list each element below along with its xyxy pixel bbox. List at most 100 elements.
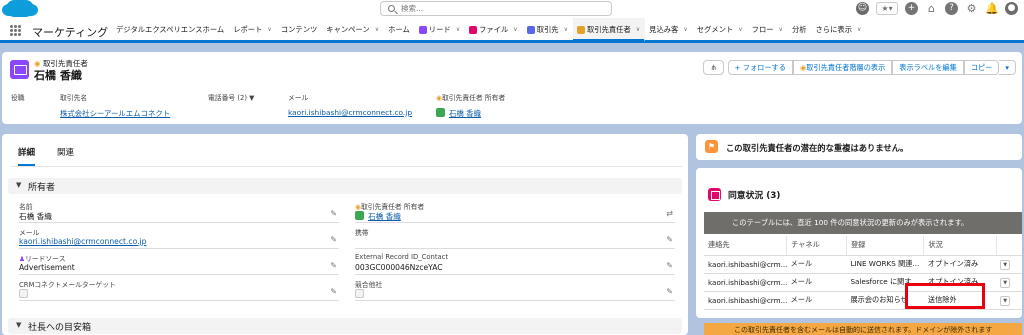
- edit-pencil-icon[interactable]: ✎: [330, 235, 337, 244]
- notification-bell-icon[interactable]: 🔔: [985, 2, 999, 15]
- column-header-status[interactable]: 状況: [923, 236, 997, 256]
- nav-item[interactable]: ホーム: [384, 19, 415, 40]
- crm-mail-target-checkbox[interactable]: [19, 289, 28, 298]
- account-link[interactable]: 株式会社シーアールエムコネクト: [60, 108, 208, 119]
- column-header-channel[interactable]: チャネル: [786, 236, 847, 256]
- help-icon[interactable]: ?: [945, 2, 958, 15]
- search-input[interactable]: [401, 3, 601, 14]
- edit-pencil-icon[interactable]: ✎: [666, 261, 673, 270]
- email-link[interactable]: kaori.ishibashi@crmconnect.co.jp: [19, 237, 146, 246]
- consent-info-banner: このテーブルには、直近 100 件の同意状況の更新のみが表示されます。: [704, 212, 1022, 234]
- more-actions-button[interactable]: ▾: [999, 60, 1016, 75]
- nav-item[interactable]: 取引先責任者 ∨: [572, 17, 646, 42]
- row-action-dropdown-icon[interactable]: ▼: [1000, 277, 1011, 288]
- column-header-contact[interactable]: 連絡先: [704, 236, 788, 256]
- hierarchy-icon-button[interactable]: ⋔: [703, 60, 724, 75]
- nav-item-label: リード: [428, 24, 451, 34]
- app-name: マーケティング: [32, 26, 109, 39]
- tabs-divider: [10, 166, 682, 167]
- nav-item[interactable]: フロー ∨: [748, 19, 788, 40]
- chevron-down-icon[interactable]: ∨: [513, 26, 517, 33]
- field-external-id: External Record ID_Contact 003GC000046Nz…: [355, 251, 675, 275]
- edit-pencil-icon[interactable]: ✎: [330, 261, 337, 270]
- nav-item-label: フロー: [751, 24, 774, 34]
- chevron-down-icon[interactable]: ∨: [857, 26, 861, 33]
- nav-item[interactable]: リード ∨: [415, 19, 465, 40]
- guidance-icon[interactable]: ⌂: [925, 2, 938, 15]
- nav-item[interactable]: デジタルエクスペリエンスホーム: [112, 19, 229, 40]
- consent-icon: [708, 188, 721, 201]
- nav-item[interactable]: 取引先 ∨: [523, 19, 573, 40]
- edit-labels-button[interactable]: 表示ラベルを編集: [892, 60, 964, 75]
- section-owner-header[interactable]: ▼ 所有者: [8, 178, 682, 194]
- owner-link[interactable]: 石橋 香織: [449, 109, 481, 118]
- chevron-down-icon: ▼: [16, 321, 22, 329]
- chevron-down-icon[interactable]: ∨: [738, 26, 742, 33]
- global-actions-icon[interactable]: +: [905, 2, 918, 15]
- search-icon: [388, 5, 395, 12]
- field-name: 名前 石橋 香織 ✎: [19, 199, 339, 223]
- email-link[interactable]: kaori.ishibashi@crmconnect.co.jp: [288, 108, 436, 117]
- record-actions: ⋔ + フォローする ◉取引先責任者階層の表示 表示ラベルを編集 コピー ▾: [703, 60, 1016, 75]
- bottom-notice: この取引先責任者を含むメールは自動的に送信されます。ドメインが除外されます: [704, 323, 1022, 335]
- assistant-icon[interactable]: ☺: [856, 2, 869, 15]
- nav-item[interactable]: 見込み客 ∨: [645, 19, 693, 40]
- nav-object-icon: [576, 25, 585, 34]
- user-icon: [355, 211, 364, 220]
- nav-item[interactable]: キャンペーン ∨: [322, 19, 384, 40]
- nav-items: デジタルエクスペリエンスホーム レポート ∨ コンテンツ キャンペーン ∨ ホーム リード ∨ フ…: [112, 17, 867, 42]
- salesforce-logo-icon[interactable]: [2, 0, 38, 17]
- highlight-email: メール kaori.ishibashi@crmconnect.co.jp: [288, 92, 436, 119]
- nav-item-label: さらに表示: [815, 24, 853, 34]
- section-ceo-box-header[interactable]: ▼ 社長への目安箱: [8, 318, 682, 334]
- detail-tabs: 詳細 関連: [18, 146, 74, 166]
- app-navigation-bar: マーケティング デジタルエクスペリエンスホーム レポート ∨ コンテンツ キャンペーン ∨…: [0, 17, 1024, 43]
- nav-item[interactable]: ファイル ∨: [465, 19, 523, 40]
- app-launcher-icon[interactable]: [10, 25, 21, 36]
- view-hierarchy-button[interactable]: ◉取引先責任者階層の表示: [792, 60, 893, 75]
- chevron-down-icon[interactable]: ∨: [636, 26, 640, 33]
- global-search[interactable]: [380, 1, 612, 16]
- chevron-down-icon[interactable]: ∨: [779, 26, 783, 33]
- change-owner-icon[interactable]: ⇄: [666, 209, 673, 218]
- record-header: ◉ 取引先責任者 石橋 香織 ⋔ + フォローする ◉取引先責任者階層の表示 表…: [2, 52, 1022, 124]
- record-title: 石橋 香織: [34, 69, 82, 82]
- field-mobile: 携帯 ✎: [355, 225, 675, 249]
- highlight-title: 役職: [11, 94, 25, 102]
- row-action-dropdown-icon[interactable]: ▼: [1000, 295, 1011, 306]
- nav-item[interactable]: 分析: [788, 19, 812, 40]
- gear-icon[interactable]: ⚙: [965, 2, 978, 15]
- nav-item[interactable]: レポート ∨: [229, 19, 277, 40]
- column-header-registration[interactable]: 登録: [846, 236, 925, 256]
- edit-pencil-icon[interactable]: ✎: [330, 209, 337, 218]
- nav-item[interactable]: さらに表示 ∨: [812, 19, 867, 40]
- edit-pencil-icon[interactable]: ✎: [330, 287, 337, 296]
- nav-item-label: デジタルエクスペリエンスホーム: [116, 24, 225, 34]
- edit-pencil-icon[interactable]: ✎: [666, 235, 673, 244]
- competitor-checkbox[interactable]: [355, 289, 364, 298]
- consent-title: 同意状況 (3): [728, 191, 781, 201]
- field-owner: ◉取引先責任者 所有者 石橋 香織 ⇄: [355, 199, 675, 223]
- nav-item-label: 見込み客: [649, 24, 679, 34]
- edit-pencil-icon[interactable]: ✎: [666, 287, 673, 296]
- chevron-down-icon[interactable]: ∨: [267, 26, 271, 33]
- favorites-icon[interactable]: ★▾: [876, 2, 898, 15]
- chevron-down-icon[interactable]: ∨: [375, 26, 379, 33]
- chevron-down-icon[interactable]: ∨: [456, 26, 460, 33]
- tab-related[interactable]: 関連: [57, 146, 74, 166]
- chevron-down-icon[interactable]: ∨: [564, 26, 568, 33]
- copy-button[interactable]: コピー: [963, 60, 1000, 75]
- owner-link[interactable]: 石橋 香織: [368, 212, 401, 221]
- nav-item[interactable]: コンテンツ: [277, 19, 322, 40]
- highlight-phone[interactable]: 電話番号 (2) ▼: [208, 92, 288, 119]
- follow-button[interactable]: + フォローする: [727, 60, 793, 75]
- tab-details[interactable]: 詳細: [18, 146, 36, 166]
- details-panel: 詳細 関連 ▼ 所有者 名前 石橋 香織 ✎ ◉取引先責任者 所有者 石橋 香織…: [2, 134, 688, 335]
- nav-item[interactable]: セグメント ∨: [693, 19, 748, 40]
- nav-item-label: ホーム: [388, 24, 410, 34]
- nav-item-label: コンテンツ: [280, 24, 318, 34]
- contact-card-icon: [10, 60, 29, 79]
- user-avatar[interactable]: ●: [1005, 2, 1018, 15]
- row-action-dropdown-icon[interactable]: ▼: [1000, 259, 1011, 270]
- chevron-down-icon[interactable]: ∨: [683, 26, 687, 33]
